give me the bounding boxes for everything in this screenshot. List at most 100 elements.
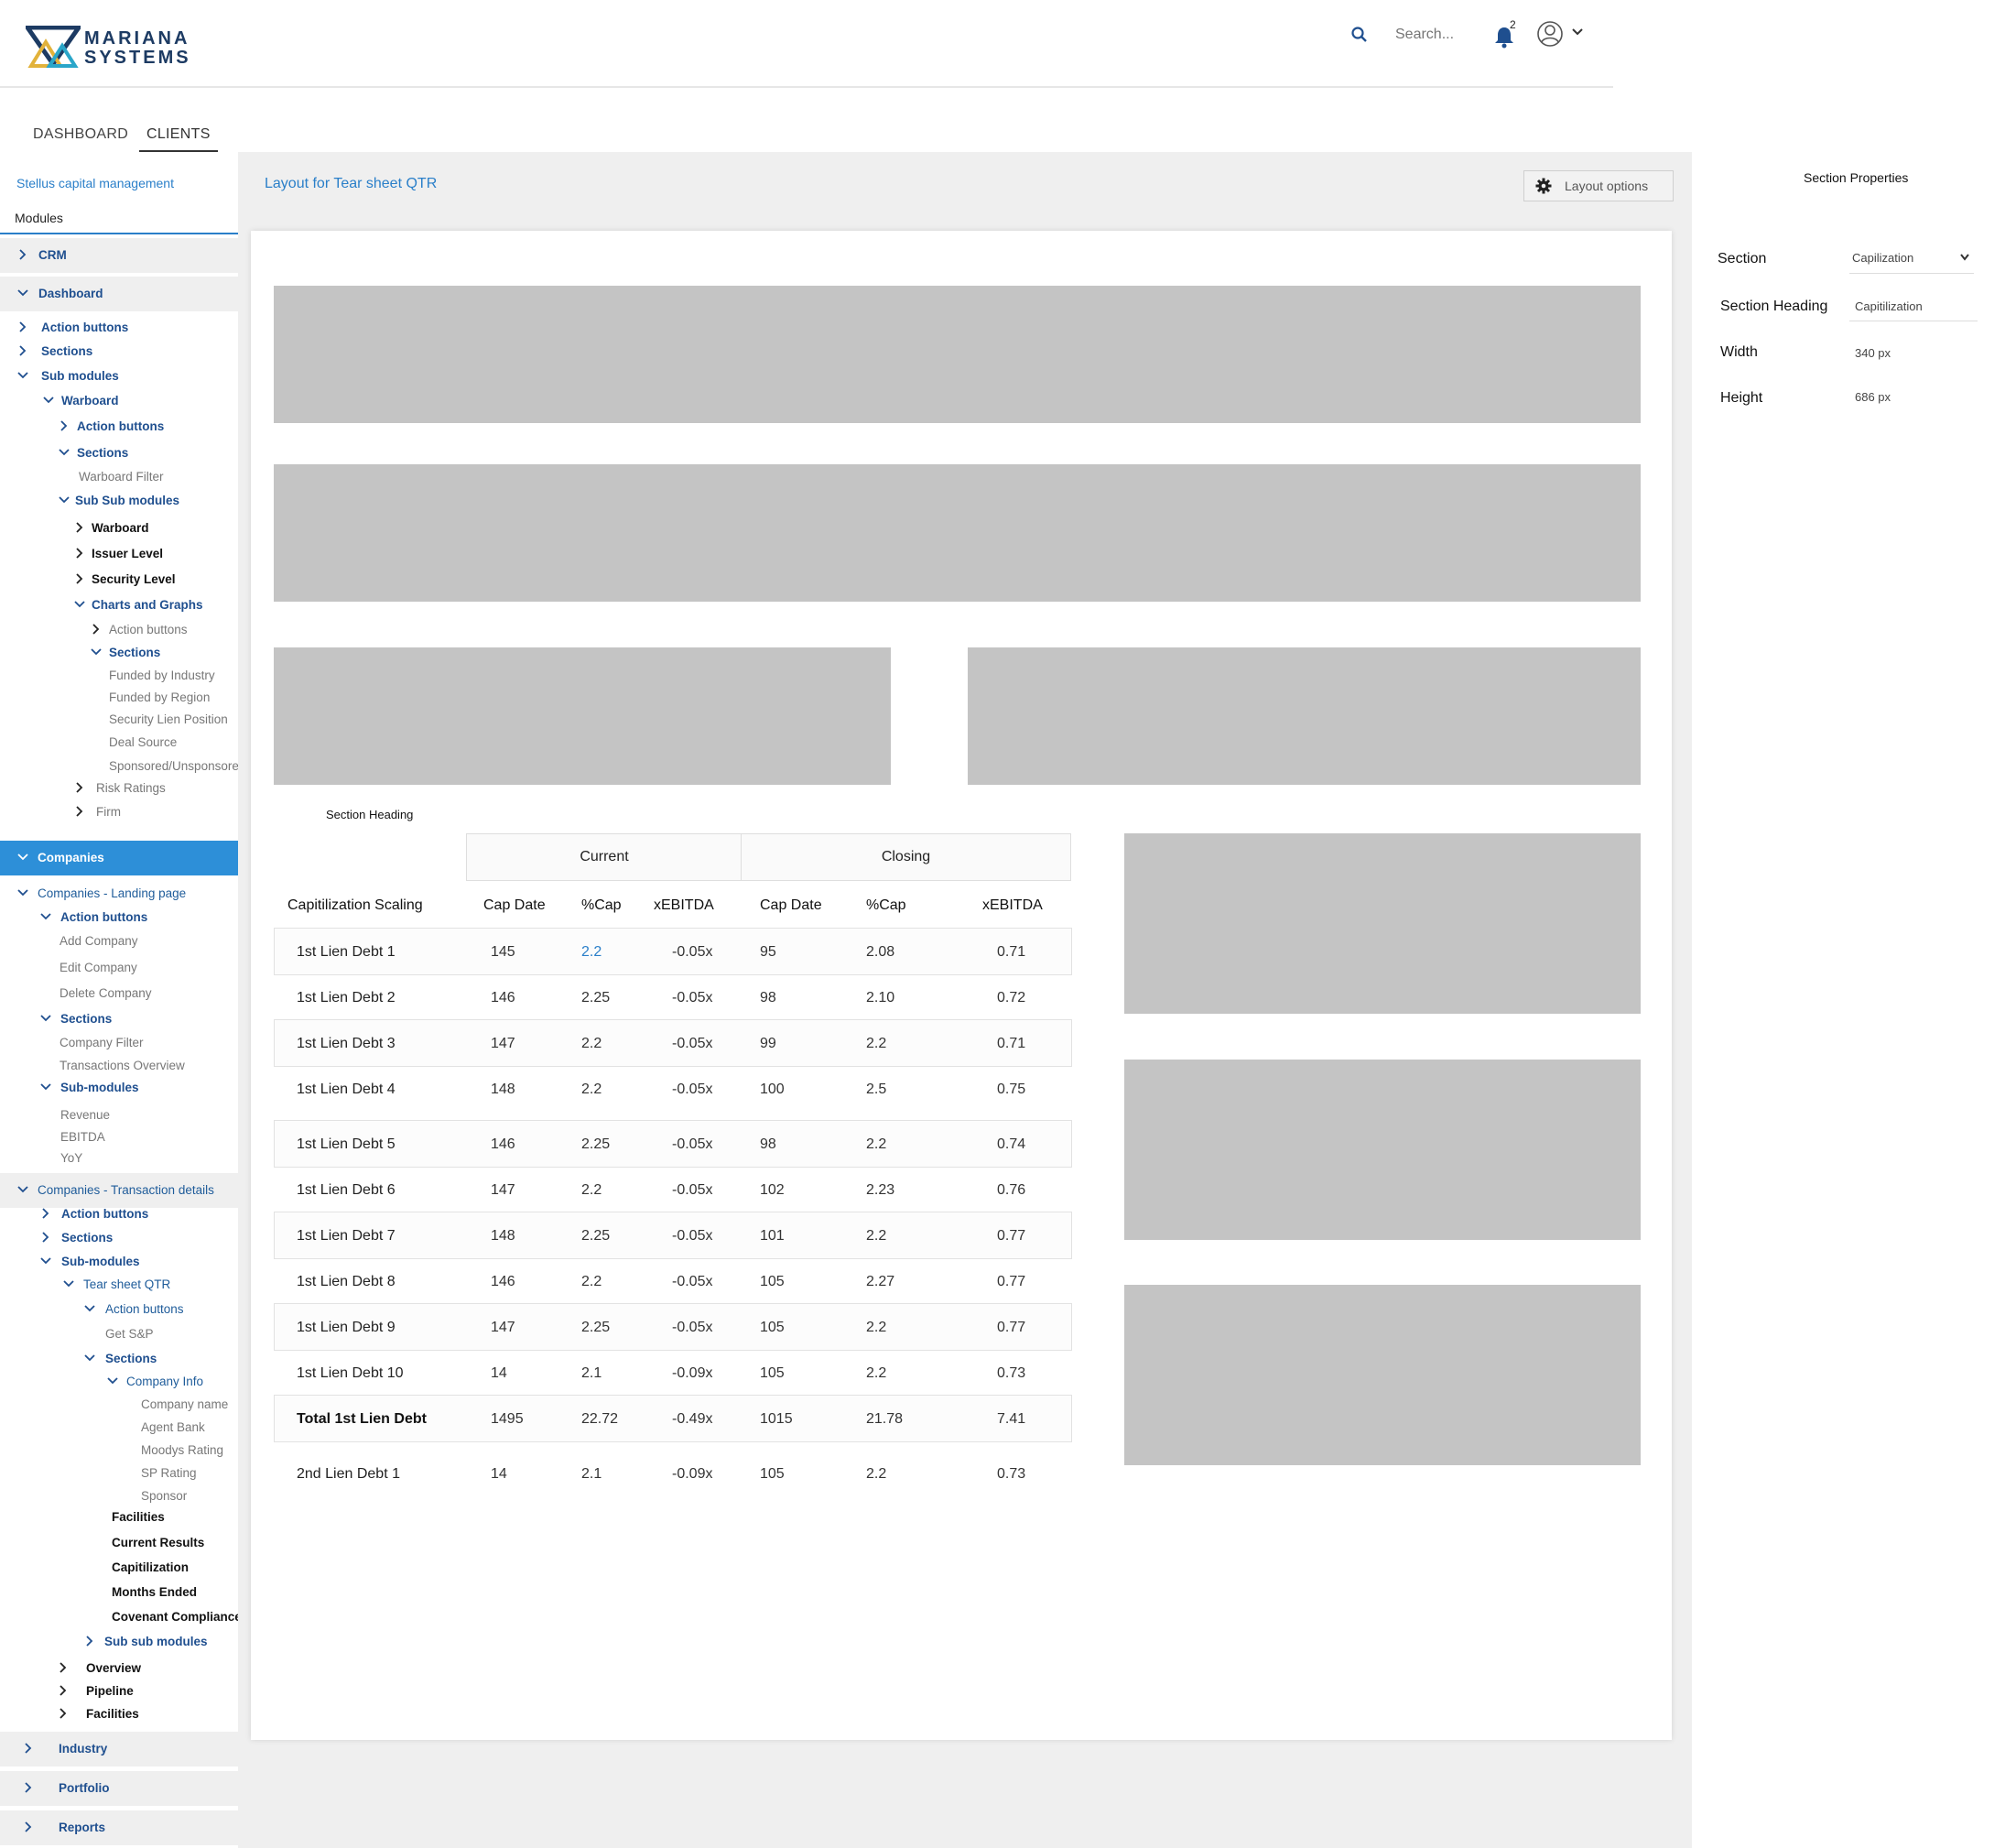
chevron-right-icon[interactable]: [90, 623, 103, 636]
chevron-down-icon[interactable]: [39, 1012, 52, 1025]
sidebar-item-label: Sub sub modules: [104, 1635, 208, 1648]
height-value[interactable]: 686 px: [1855, 390, 1891, 404]
column-header: %Cap: [866, 897, 906, 913]
table-cell: 99: [760, 1036, 776, 1051]
chevron-right-icon[interactable]: [57, 1707, 70, 1720]
sidebar-item-label: Sub modules: [41, 369, 119, 383]
chevron-down-icon[interactable]: [73, 598, 86, 611]
sidebar-band-crm: [0, 238, 238, 273]
table-cell: 98: [760, 1136, 776, 1152]
chevron-down-icon[interactable]: [16, 851, 29, 864]
table-cell: 147: [491, 1320, 515, 1335]
chevron-right-icon[interactable]: [22, 1781, 35, 1794]
search-input[interactable]: [1393, 22, 1479, 48]
chevron-down-icon[interactable]: [90, 646, 103, 658]
chevron-right-icon[interactable]: [73, 781, 86, 794]
tab-dashboard[interactable]: DASHBOARD: [33, 126, 128, 150]
sidebar-item-label: CRM: [38, 248, 67, 262]
chevron-down-icon[interactable]: [39, 1255, 52, 1267]
chevron-down-icon[interactable]: [42, 394, 55, 407]
chevron-down-icon[interactable]: [16, 369, 29, 382]
table-cell: 2.27: [866, 1274, 895, 1289]
user-avatar-icon[interactable]: [1536, 20, 1564, 48]
sidebar-item-label: Sub-modules: [61, 1255, 140, 1268]
brand-line-2: SYSTEMS: [84, 48, 191, 68]
table-cell: 1495: [491, 1411, 524, 1427]
row-label: 1st Lien Debt 5: [297, 1136, 396, 1152]
table-cell: 2.2: [581, 1274, 602, 1289]
chevron-right-icon[interactable]: [58, 419, 70, 432]
chevron-right-icon[interactable]: [83, 1635, 96, 1647]
section-placeholder-1[interactable]: [274, 286, 1641, 423]
sidebar-item-label: Sub Sub modules: [75, 494, 180, 507]
table-cell: 148: [491, 1082, 515, 1097]
gear-icon: [1535, 178, 1552, 194]
sidebar-item-label: Company Info: [126, 1375, 204, 1388]
sidebar-item-label: Security Level: [92, 572, 176, 586]
table-cell: 0.77: [997, 1274, 1026, 1289]
table-cell: 105: [760, 1274, 785, 1289]
sidebar-item-label: Warboard Filter: [79, 470, 164, 484]
table-cell: 2.23: [866, 1182, 895, 1198]
chevron-down-icon[interactable]: [83, 1352, 96, 1364]
chevron-right-icon[interactable]: [16, 248, 29, 261]
mariana-logo[interactable]: MARIANA SYSTEMS: [26, 26, 190, 68]
search-icon[interactable]: [1349, 25, 1370, 45]
section-select[interactable]: Capilization: [1849, 245, 1974, 274]
table-cell: 2.2: [581, 1082, 602, 1097]
tab-clients[interactable]: CLIENTS: [139, 126, 218, 152]
chevron-right-icon[interactable]: [16, 344, 29, 357]
sidebar-item-label: Facilities: [112, 1510, 165, 1524]
chevron-down-icon[interactable]: [39, 910, 52, 923]
chevron-right-icon[interactable]: [73, 521, 86, 534]
chevron-right-icon[interactable]: [73, 547, 86, 560]
chevron-right-icon[interactable]: [39, 1207, 52, 1220]
sidebar-item-label: Issuer Level: [92, 547, 164, 560]
layout-options-button[interactable]: Layout options: [1523, 170, 1674, 201]
chevron-down-icon[interactable]: [16, 886, 29, 899]
sidebar-item-label: YoY: [60, 1151, 83, 1165]
table-cell: 2.25: [581, 1228, 611, 1244]
sidebar-band-portfolio: [0, 1771, 238, 1806]
section-placeholder-5[interactable]: [1124, 833, 1641, 1014]
sidebar-item-label: Months Ended: [112, 1585, 197, 1599]
sidebar-item-label: Current Results: [112, 1536, 205, 1549]
sidebar-band-industry: [0, 1732, 238, 1766]
chevron-right-icon[interactable]: [73, 805, 86, 818]
client-name-link[interactable]: Stellus capital management: [16, 176, 174, 190]
table-cell[interactable]: 2.2: [581, 944, 602, 961]
chevron-right-icon[interactable]: [22, 1742, 35, 1755]
sidebar-item-label: Funded by Region: [109, 690, 211, 704]
section-heading-field[interactable]: Capitilization: [1849, 293, 1978, 321]
sidebar-item-label: Portfolio: [59, 1781, 110, 1795]
chevron-down-icon[interactable]: [16, 287, 29, 299]
table-cell: -0.05x: [672, 1136, 713, 1152]
sidebar-item-label: Charts and Graphs: [92, 598, 203, 612]
section-placeholder-6[interactable]: [1124, 1060, 1641, 1240]
chevron-right-icon[interactable]: [22, 1821, 35, 1833]
chevron-down-icon[interactable]: [62, 1277, 75, 1290]
section-placeholder-7[interactable]: [1124, 1285, 1641, 1465]
chevron-down-icon[interactable]: [58, 494, 70, 506]
row-label: 2nd Lien Debt 1: [297, 1466, 400, 1482]
chevron-right-icon[interactable]: [57, 1661, 70, 1674]
chevron-down-icon[interactable]: [106, 1375, 119, 1387]
section-placeholder-4[interactable]: [968, 647, 1641, 785]
chevron-right-icon[interactable]: [73, 572, 86, 585]
chevron-down-icon[interactable]: [83, 1302, 96, 1315]
table-cell: -0.05x: [672, 1182, 713, 1198]
chevron-right-icon[interactable]: [57, 1684, 70, 1697]
section-placeholder-2[interactable]: [274, 464, 1641, 602]
chevron-down-icon[interactable]: [16, 1183, 29, 1196]
table-cell: 101: [760, 1228, 785, 1244]
chevron-down-icon[interactable]: [58, 446, 70, 459]
chevron-down-icon[interactable]: [39, 1081, 52, 1093]
section-heading[interactable]: Section Heading: [326, 808, 413, 821]
table-cell: -0.05x: [672, 944, 713, 960]
width-value[interactable]: 340 px: [1855, 346, 1891, 360]
chevron-right-icon[interactable]: [39, 1231, 52, 1244]
section-placeholder-3[interactable]: [274, 647, 891, 785]
chevron-down-icon[interactable]: [1571, 27, 1584, 37]
sidebar-item-label: Action buttons: [41, 321, 129, 334]
chevron-right-icon[interactable]: [16, 321, 29, 333]
